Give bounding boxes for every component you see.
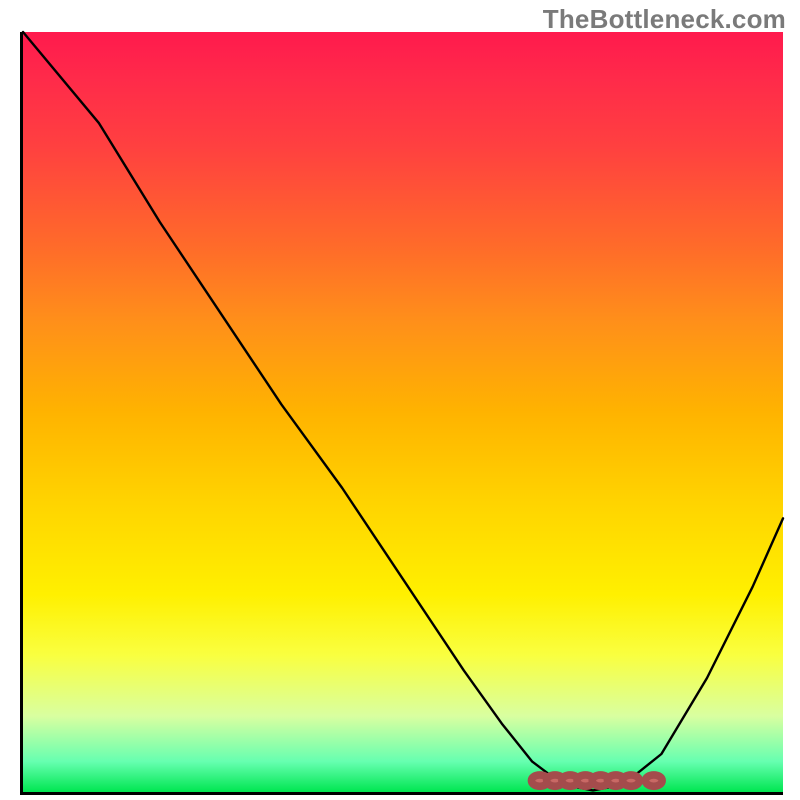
marker-dot [645, 775, 662, 786]
curve-overlay [23, 32, 783, 792]
plot-area [20, 32, 783, 795]
attribution-label: TheBottleneck.com [543, 4, 786, 35]
bottleneck-curve [23, 32, 783, 790]
chart-container: TheBottleneck.com [0, 0, 800, 800]
marker-dot [623, 775, 640, 786]
optimal-range-markers [531, 775, 662, 786]
